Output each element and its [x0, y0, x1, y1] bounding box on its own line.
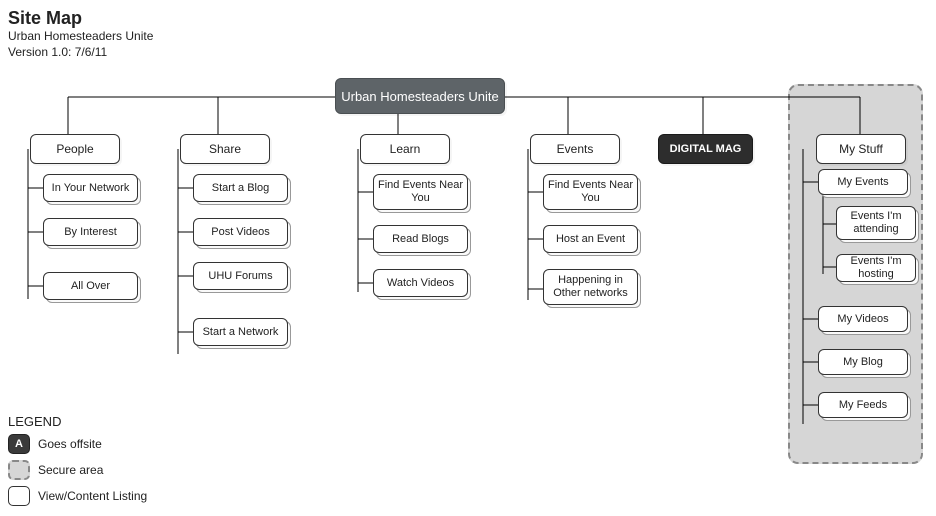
cat-people-label: People: [56, 142, 93, 156]
legend-secure-swatch: [8, 460, 30, 480]
cat-events-label: Events: [557, 142, 594, 156]
header: Site Map Urban Homesteaders Unite Versio…: [8, 8, 928, 60]
node-my-events: My Events: [818, 169, 908, 195]
node-happening-other: Happening in Other networks: [543, 269, 638, 305]
cat-share: Share: [180, 134, 270, 164]
node-find-events-learn: Find Events Near You: [373, 174, 468, 210]
cat-digital-mag-label: DIGITAL MAG: [670, 143, 742, 155]
node-start-a-blog: Start a Blog: [193, 174, 288, 202]
node-my-blog: My Blog: [818, 349, 908, 375]
node-in-your-network: In Your Network: [43, 174, 138, 202]
cat-events: Events: [530, 134, 620, 164]
legend-secure-row: Secure area: [8, 460, 147, 480]
node-uhu-forums: UHU Forums: [193, 262, 288, 290]
node-by-interest: By Interest: [43, 218, 138, 246]
node-host-an-event: Host an Event: [543, 225, 638, 253]
node-events-attending: Events I'm attending: [836, 206, 916, 240]
node-watch-videos: Watch Videos: [373, 269, 468, 297]
node-post-videos: Post Videos: [193, 218, 288, 246]
cat-share-label: Share: [209, 142, 241, 156]
legend-listing-row: View/Content Listing: [8, 486, 147, 506]
node-find-events-events: Find Events Near You: [543, 174, 638, 210]
cat-learn-label: Learn: [390, 142, 421, 156]
page-title: Site Map: [8, 8, 928, 29]
legend: LEGEND A Goes offsite Secure area View/C…: [8, 414, 147, 512]
legend-offsite-label: Goes offsite: [38, 437, 102, 451]
legend-offsite-swatch: A: [8, 434, 30, 454]
root-node: Urban Homesteaders Unite: [335, 78, 505, 114]
cat-learn: Learn: [360, 134, 450, 164]
legend-listing-label: View/Content Listing: [38, 489, 147, 503]
page-version: Version 1.0: 7/6/11: [8, 45, 928, 61]
node-my-feeds: My Feeds: [818, 392, 908, 418]
root-label: Urban Homesteaders Unite: [341, 89, 499, 104]
node-all-over: All Over: [43, 272, 138, 300]
node-start-a-network: Start a Network: [193, 318, 288, 346]
legend-secure-label: Secure area: [38, 463, 103, 477]
cat-digital-mag: DIGITAL MAG: [658, 134, 753, 164]
node-events-hosting: Events I'm hosting: [836, 254, 916, 282]
cat-mystuff-label: My Stuff: [839, 142, 883, 156]
cat-people: People: [30, 134, 120, 164]
legend-listing-swatch: [8, 486, 30, 506]
node-my-videos: My Videos: [818, 306, 908, 332]
page-subtitle: Urban Homesteaders Unite: [8, 29, 928, 45]
cat-mystuff: My Stuff: [816, 134, 906, 164]
legend-title: LEGEND: [8, 414, 147, 429]
node-read-blogs: Read Blogs: [373, 225, 468, 253]
legend-offsite-row: A Goes offsite: [8, 434, 147, 454]
